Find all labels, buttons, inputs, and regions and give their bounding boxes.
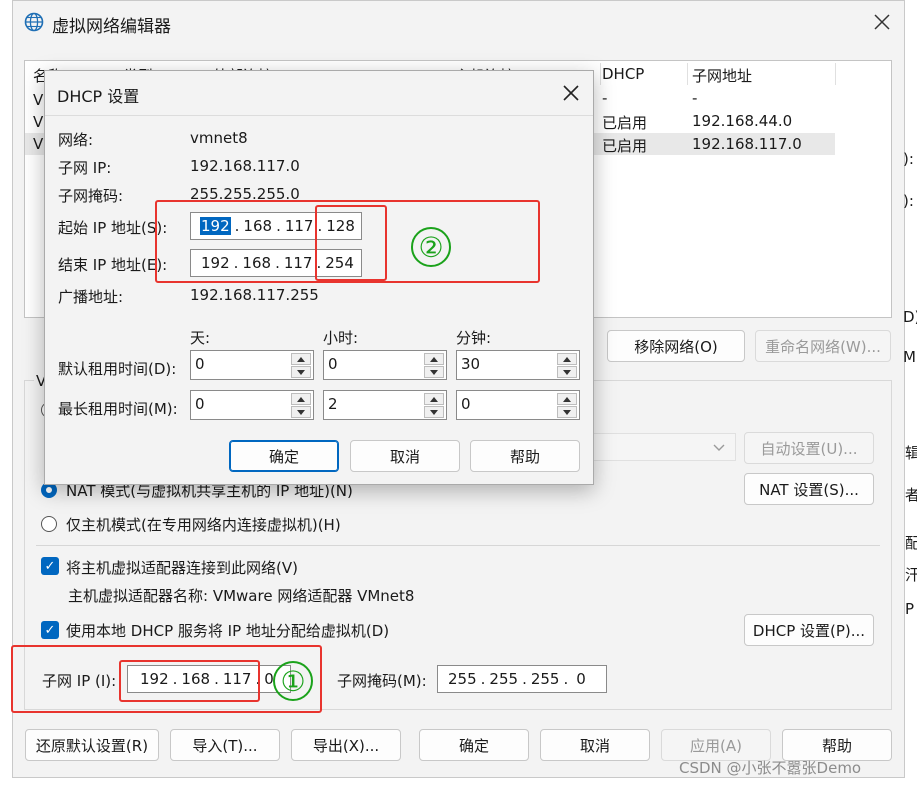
import-button[interactable]: 导入(T)... — [170, 729, 280, 761]
dialog-help-button[interactable]: 帮助 — [470, 440, 580, 472]
max-lease-days-spinner[interactable]: 0 — [190, 390, 314, 420]
table-cell-dhcp: 已启用 — [602, 137, 648, 155]
use-dhcp-label[interactable]: 使用本地 DHCP 服务将 IP 地址分配给虚拟机(D) — [66, 620, 389, 641]
spinner-down-icon[interactable] — [424, 366, 444, 378]
default-lease-hours-spinner[interactable]: 0 — [323, 350, 447, 380]
column-header-subnet[interactable]: 子网地址 — [692, 65, 752, 86]
broadcast-label: 广播地址: — [58, 288, 124, 306]
edge-fragment: D) — [903, 308, 917, 326]
restore-defaults-button[interactable]: 还原默认设置(R) — [25, 729, 159, 761]
cancel-button[interactable]: 取消 — [540, 729, 650, 761]
spinner-value: 0 — [195, 395, 205, 413]
auto-settings-button[interactable]: 自动设置(U)... — [744, 432, 874, 464]
mask-octet: 255 — [530, 670, 560, 688]
spinner-down-icon[interactable] — [557, 406, 577, 418]
host-only-label[interactable]: 仅主机模式(在专用网络内连接虚拟机)(H) — [66, 514, 341, 535]
spinner-value: 0 — [195, 355, 205, 373]
table-cell-subnet: 192.168.44.0 — [692, 112, 793, 130]
nat-settings-button[interactable]: NAT 设置(S)... — [744, 473, 874, 505]
max-lease-label: 最长租用时间(M): — [58, 400, 178, 418]
mask-octet: 255 — [489, 670, 519, 688]
spinner-value: 0 — [461, 395, 471, 413]
dialog-close-icon[interactable] — [559, 81, 583, 105]
spinner-up-icon[interactable] — [424, 353, 444, 365]
dialog-title-divider — [45, 115, 593, 116]
mask-octet: 0 — [576, 670, 586, 688]
header-divider — [835, 63, 836, 85]
hours-column-label: 小时: — [323, 329, 359, 347]
annotation-box-last-octet — [315, 205, 387, 281]
remove-network-button[interactable]: 移除网络(O) — [607, 330, 745, 362]
edge-fragment: ): — [903, 192, 914, 210]
use-dhcp-checkbox[interactable]: ✓ — [41, 621, 59, 639]
table-cell-dhcp: 已启用 — [602, 114, 648, 132]
watermark-text: CSDN @小张不嚣张Demo — [679, 759, 862, 777]
close-icon[interactable] — [870, 10, 894, 34]
end-ip-label: 结束 IP 地址(E): — [58, 256, 168, 274]
dialog-ok-button[interactable]: 确定 — [229, 440, 339, 472]
export-button[interactable]: 导出(X)... — [291, 729, 401, 761]
subnet-mask-label: 子网掩码(M): — [337, 672, 427, 690]
days-column-label: 天: — [190, 329, 211, 347]
header-divider — [687, 63, 688, 85]
annotation-box-subnet-prefix — [119, 660, 260, 702]
edge-fragment: 配 — [905, 534, 917, 552]
spinner-down-icon[interactable] — [291, 366, 311, 378]
default-lease-days-spinner[interactable]: 0 — [190, 350, 314, 380]
dialog-title: DHCP 设置 — [57, 87, 140, 106]
host-only-radio[interactable] — [41, 516, 57, 532]
adapter-name-text: 主机虚拟适配器名称: VMware 网络适配器 VMnet8 — [68, 587, 415, 605]
max-lease-hours-spinner[interactable]: 2 — [323, 390, 447, 420]
spinner-up-icon[interactable] — [291, 393, 311, 405]
spinner-down-icon[interactable] — [557, 366, 577, 378]
spinner-value: 0 — [328, 355, 338, 373]
rename-network-button[interactable]: 重命名网络(W)... — [755, 330, 891, 362]
dialog-subnet-ip-value: 192.168.117.0 — [190, 157, 300, 175]
connect-adapter-label[interactable]: 将主机虚拟适配器连接到此网络(V) — [66, 557, 298, 578]
spinner-down-icon[interactable] — [291, 406, 311, 418]
group-divider — [36, 545, 880, 546]
mask-octet: 255 — [448, 670, 477, 688]
window-title: 虚拟网络编辑器 — [52, 17, 171, 37]
minutes-column-label: 分钟: — [456, 329, 492, 347]
spinner-down-icon[interactable] — [424, 406, 444, 418]
spinner-up-icon[interactable] — [557, 353, 577, 365]
spinner-up-icon[interactable] — [557, 393, 577, 405]
chevron-down-icon — [712, 440, 726, 454]
dhcp-settings-button[interactable]: DHCP 设置(P)... — [744, 614, 874, 646]
dialog-subnet-mask-label: 子网掩码: — [58, 187, 124, 205]
start-ip-label: 起始 IP 地址(S): — [58, 219, 168, 237]
edge-fragment: P — [905, 600, 915, 618]
table-cell-subnet: - — [692, 89, 698, 107]
edge-fragment: 者 — [905, 486, 917, 504]
globe-icon — [24, 12, 44, 32]
edge-fragment: M) — [903, 348, 917, 366]
spinner-up-icon[interactable] — [424, 393, 444, 405]
broadcast-value: 192.168.117.255 — [190, 286, 319, 304]
column-header-dhcp[interactable]: DHCP — [602, 65, 644, 83]
spinner-value: 2 — [328, 395, 338, 413]
default-lease-label: 默认租用时间(D): — [58, 360, 177, 378]
header-divider — [600, 63, 601, 85]
default-lease-minutes-spinner[interactable]: 30 — [456, 350, 580, 380]
annotation-marker-2: ② — [411, 227, 451, 267]
network-label: 网络: — [58, 131, 94, 149]
table-cell-dhcp: - — [602, 89, 608, 107]
edge-fragment: ): — [903, 150, 914, 168]
max-lease-minutes-spinner[interactable]: 0 — [456, 390, 580, 420]
spinner-up-icon[interactable] — [291, 353, 311, 365]
ok-button[interactable]: 确定 — [419, 729, 529, 761]
table-cell-subnet: 192.168.117.0 — [692, 135, 802, 153]
network-value: vmnet8 — [190, 129, 248, 147]
dialog-subnet-ip-label: 子网 IP: — [58, 159, 112, 177]
annotation-marker-1: ① — [273, 661, 313, 701]
edge-fragment: 辑 — [905, 444, 917, 462]
dialog-cancel-button[interactable]: 取消 — [350, 440, 460, 472]
connect-adapter-checkbox[interactable]: ✓ — [41, 557, 59, 575]
spinner-value: 30 — [461, 355, 481, 373]
edge-fragment: 汗 — [905, 566, 917, 584]
subnet-mask-field[interactable]: 255 . 255 . 255 . 0 — [437, 665, 607, 693]
